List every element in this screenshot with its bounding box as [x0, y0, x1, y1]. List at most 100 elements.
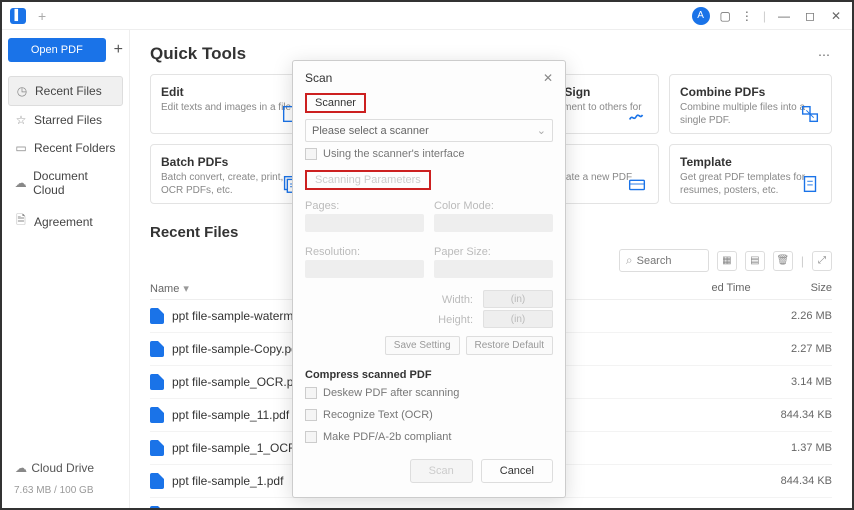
combine-icon [799, 103, 821, 125]
template-icon [799, 173, 821, 195]
col-name[interactable]: Name ▾ [150, 282, 189, 295]
card-batch[interactable]: Batch PDFs Batch convert, create, print,… [150, 144, 313, 204]
pdf-icon [150, 473, 164, 489]
card-title: Edit [161, 85, 302, 99]
pdf-icon [150, 341, 164, 357]
sort-icon: ▾ [183, 282, 189, 295]
check-label: Deskew PDF after scanning [323, 387, 459, 399]
checkbox-icon [305, 431, 317, 443]
file-size: 1.37 MB [791, 442, 832, 454]
use-scanner-interface-checkbox[interactable]: Using the scanner's interface [305, 148, 553, 160]
pdf-icon [150, 374, 164, 390]
titlebar: ▌ + A ▢ ⋮ | — ◻ ✕ [2, 2, 852, 30]
add-icon[interactable]: + [114, 41, 123, 59]
scan-dialog: Scan ✕ Scanner Please select a scanner ⌄… [292, 60, 566, 498]
file-row[interactable]: ppt file-sample.pdfToday2.25 MB [150, 498, 832, 508]
papersize-field [434, 260, 553, 278]
sidebar-item-recent-files[interactable]: ◷ Recent Files [8, 76, 123, 106]
close-window-icon[interactable]: ✕ [828, 9, 844, 23]
restore-default-button: Restore Default [466, 336, 553, 355]
chevron-down-icon: ⌄ [537, 124, 546, 137]
file-name: ppt file-sample_OCR.pdf [172, 375, 303, 389]
folder-icon: ▭ [14, 141, 28, 155]
sidebar-item-label: Document Cloud [33, 169, 117, 197]
pdf-icon [150, 506, 164, 508]
search-input[interactable]: ⌕ [619, 249, 709, 272]
colormode-label: Color Mode: [434, 200, 553, 212]
file-name: ppt file-sample_1.pdf [172, 474, 283, 488]
sidebar: Open PDF + ◷ Recent Files ☆ Starred File… [2, 30, 130, 508]
open-pdf-button[interactable]: Open PDF [8, 38, 106, 62]
new-tab-icon[interactable]: + [38, 8, 46, 24]
cloud-drive-label: Cloud Drive [31, 461, 94, 475]
expand-icon[interactable]: ⤢ [812, 251, 832, 271]
card-combine[interactable]: Combine PDFs Combine multiple files into… [669, 74, 832, 134]
search-field[interactable] [637, 255, 697, 267]
compress-option[interactable]: Deskew PDF after scanning [305, 387, 553, 399]
delete-icon[interactable]: 🗑 [773, 251, 793, 271]
card-title: Template [680, 155, 821, 169]
check-label: Make PDF/A-2b compliant [323, 431, 451, 443]
card-template[interactable]: Template Get great PDF templates for res… [669, 144, 832, 204]
cloud-drive-icon: ☁ [14, 461, 28, 475]
list-view-icon[interactable]: ▤ [745, 251, 765, 271]
cancel-button[interactable]: Cancel [481, 459, 553, 483]
compress-title: Compress scanned PDF [305, 369, 553, 381]
sidebar-item-label: Recent Folders [34, 141, 115, 155]
height-field: (in) [483, 310, 553, 328]
file-name: ppt file-sample.pdf [172, 507, 270, 508]
pages-label: Pages: [305, 200, 424, 212]
scanner-section-label: Scanner [305, 93, 366, 113]
width-field: (in) [483, 290, 553, 308]
more-icon[interactable]: ⋯ [818, 48, 832, 62]
save-setting-button: Save Setting [385, 336, 460, 355]
avatar[interactable]: A [692, 7, 710, 25]
star-icon: ☆ [14, 113, 28, 127]
compress-option[interactable]: Recognize Text (OCR) [305, 409, 553, 421]
checkbox-icon [305, 387, 317, 399]
clock-icon: ◷ [15, 84, 29, 98]
file-size: 3.14 MB [791, 376, 832, 388]
sidebar-item-recent-folders[interactable]: ▭ Recent Folders [8, 134, 123, 162]
sidebar-item-starred-files[interactable]: ☆ Starred Files [8, 106, 123, 134]
app-logo-icon: ▌ [10, 8, 26, 24]
comment-icon[interactable]: ▢ [720, 9, 731, 23]
width-label: Width: [442, 294, 473, 306]
compress-option[interactable]: Make PDF/A-2b compliant [305, 431, 553, 443]
sidebar-item-document-cloud[interactable]: ☁ Document Cloud [8, 162, 123, 204]
kebab-icon[interactable]: ⋮ [741, 9, 753, 23]
scan-icon [626, 173, 648, 195]
sidebar-item-agreement[interactable]: 🗎 Agreement [8, 204, 123, 239]
file-name: ppt file-sample-Copy.pdf [172, 342, 301, 356]
pdf-icon [150, 440, 164, 456]
card-title: Batch PDFs [161, 155, 302, 169]
file-size: 844.34 KB [781, 475, 832, 487]
scanner-select[interactable]: Please select a scanner ⌄ [305, 119, 553, 142]
select-placeholder: Please select a scanner [312, 125, 429, 137]
pdf-icon [150, 407, 164, 423]
card-edit[interactable]: Edit Edit texts and images in a file. [150, 74, 313, 134]
checkbox-icon [305, 409, 317, 421]
pdf-icon [150, 308, 164, 324]
colormode-field [434, 214, 553, 232]
cloud-usage: 7.63 MB / 100 GB [8, 481, 123, 500]
col-time[interactable]: ed Time [711, 282, 750, 295]
file-name: ppt file-sample_11.pdf [172, 408, 289, 422]
resolution-field [305, 260, 424, 278]
cloud-drive[interactable]: ☁ Cloud Drive [8, 455, 123, 481]
grid-view-icon[interactable]: ▦ [717, 251, 737, 271]
col-size[interactable]: Size [811, 282, 832, 295]
file-size: 2.26 MB [791, 310, 832, 322]
checkbox-icon [305, 148, 317, 160]
document-icon: 🗎 [14, 211, 28, 232]
pages-field [305, 214, 424, 232]
minimize-icon[interactable]: — [776, 9, 792, 23]
sidebar-item-label: Recent Files [35, 84, 102, 98]
card-title: Combine PDFs [680, 85, 821, 99]
scan-params-label: Scanning Parameters [305, 170, 431, 190]
resolution-label: Resolution: [305, 246, 424, 258]
dialog-title: Scan [305, 71, 332, 85]
close-icon[interactable]: ✕ [543, 71, 553, 85]
maximize-icon[interactable]: ◻ [802, 9, 818, 23]
sidebar-item-label: Agreement [34, 215, 93, 229]
